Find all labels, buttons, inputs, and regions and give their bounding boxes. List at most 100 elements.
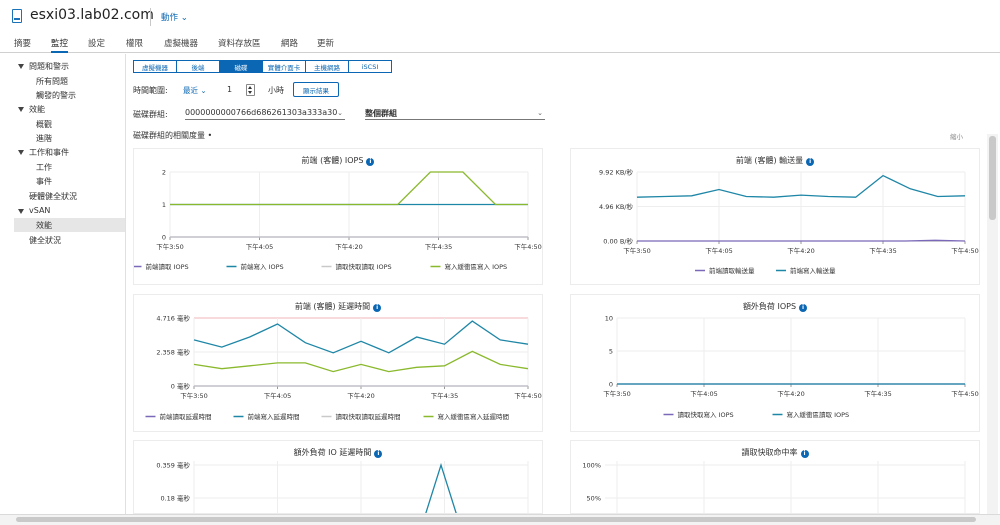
series-line-0	[425, 462, 457, 513]
category-segmented-control: 虛擬機器 後端 磁碟 實體介面卡 主機網路 iSCSI	[133, 60, 392, 73]
x-tick-label: 下午4:05	[264, 391, 292, 400]
x-tick-label: 下午4:20	[347, 391, 375, 400]
tab-datastores[interactable]: 資料存放區	[218, 37, 261, 53]
x-tick-label: 下午3:50	[603, 389, 631, 398]
legend-label: 讀取快取寫入 IOPS	[678, 410, 734, 419]
disk-group-select[interactable]: 0000000000766d686261303a333a30 ⌄	[185, 107, 345, 120]
nav-triggered-alarms[interactable]: 觸發的警示	[36, 90, 76, 101]
y-tick-label: 0.18 毫秒	[160, 494, 190, 503]
legend-label: 寫入緩衝區寫入延遲時間	[438, 412, 510, 421]
nav-vsan-performance-selected[interactable]: 效能	[14, 218, 125, 232]
x-tick-label: 下午4:35	[864, 389, 892, 398]
seg-physical-adapters[interactable]: 實體介面卡	[262, 60, 306, 73]
seg-vms[interactable]: 虛擬機器	[133, 60, 177, 73]
collapse-caret-icon[interactable]	[18, 107, 24, 112]
x-tick-label: 下午4:20	[335, 242, 363, 251]
legend-label: 前端寫入延遲時間	[248, 412, 300, 421]
horizontal-scrollbar-thumb[interactable]	[16, 517, 976, 522]
section-title: 磁碟群組的相關度量 •	[133, 131, 213, 140]
actions-menu-button[interactable]: 動作 ⌄	[161, 11, 188, 23]
vertical-scrollbar-thumb[interactable]	[989, 136, 996, 220]
x-tick-label: 下午4:05	[705, 246, 733, 255]
tab-updates[interactable]: 更新	[317, 37, 334, 53]
iops-chart: 2 1 0下午3:50 下午4:05 下午4:20 下午4:35 下午4:50 前端讀取 IO…	[134, 169, 542, 271]
y-tick-label: 2.358 毫秒	[156, 348, 190, 357]
time-range-stepper[interactable]: 1	[223, 84, 255, 96]
x-tick-label: 下午4:50	[951, 389, 979, 398]
y-tick-label: 100%	[582, 462, 601, 470]
seg-host-network[interactable]: 主機網路	[305, 60, 349, 73]
legend-label: 寫入緩衝區讀取 IOPS	[787, 410, 850, 419]
collapse-caret-icon[interactable]	[18, 209, 24, 214]
time-range-unit: 小時	[268, 86, 284, 95]
nav-advanced[interactable]: 進階	[36, 133, 52, 144]
nav-health[interactable]: 健全狀況	[29, 235, 61, 246]
seg-disks[interactable]: 磁碟	[219, 60, 263, 73]
legend-label: 前端寫入輸送量	[790, 266, 836, 275]
seg-backend[interactable]: 後端	[176, 60, 220, 73]
nav-vsan[interactable]: vSAN	[29, 206, 50, 215]
tab-permissions[interactable]: 權限	[126, 37, 143, 53]
x-tick-label: 下午4:20	[787, 246, 815, 255]
x-tick-label: 下午3:50	[623, 246, 651, 255]
x-tick-label: 下午3:50	[180, 391, 208, 400]
seg-iscsi[interactable]: iSCSI	[348, 60, 392, 73]
collapse-caret-icon[interactable]	[18, 150, 24, 155]
chart-panel-overhead-iops: 額外負荷 IOPS i 10 5 0 下午3:50 下午4:05 下午4:20 下午4:35 下…	[570, 294, 980, 432]
tab-monitor[interactable]: 監控	[51, 37, 69, 53]
collapse-link[interactable]: 縮小	[950, 131, 963, 141]
disk-group-value: 0000000000766d686261303a333a30	[185, 108, 338, 117]
throughput-chart: 9.92 KB/秒 4.96 KB/秒 0.00 B/秒下午3:50 下午4:05 下午…	[599, 168, 979, 276]
nav-hardware-health[interactable]: 硬體健全狀況	[29, 191, 77, 202]
x-tick-label: 下午4:20	[777, 389, 805, 398]
y-tick-label: 4.96 KB/秒	[599, 202, 633, 211]
x-tick-label: 下午4:35	[869, 246, 897, 255]
header-divider	[150, 8, 151, 26]
y-tick-label: 0	[609, 381, 613, 389]
disk-group-label: 磁碟群組:	[133, 110, 168, 119]
tab-summary[interactable]: 摘要	[14, 37, 31, 53]
show-results-button[interactable]: 顯示結果	[293, 82, 339, 97]
chart-panel-overhead-latency: 額外負荷 IO 延遲時間 i 0.359 毫秒 0.18 毫秒	[133, 440, 543, 514]
y-tick-label: 4.716 毫秒	[156, 314, 190, 323]
time-range-value: 1	[227, 85, 233, 94]
nav-issues-alarms[interactable]: 問題和警示	[29, 61, 69, 72]
overhead-iops-chart: 10 5 0下午3:50 下午4:05 下午4:20 下午4:35 下午4:50 讀取快取寫入…	[603, 315, 979, 420]
tab-networks[interactable]: 網路	[281, 37, 298, 53]
overhead-latency-chart: 0.359 毫秒 0.18 毫秒	[156, 461, 529, 513]
x-tick-label: 下午4:35	[425, 242, 453, 251]
legend-label: 讀取快取讀取 IOPS	[336, 262, 392, 271]
tab-configure[interactable]: 設定	[88, 37, 105, 53]
y-tick-label: 0.00 B/秒	[603, 237, 633, 246]
nav-overview[interactable]: 概觀	[36, 119, 52, 130]
disk-group-scope-value: 整個群組	[365, 109, 397, 118]
chart-panel-latency: 前端 (客體) 延遲時間 i 4.716 毫秒 2.358 毫秒 0 毫秒 下午3:50…	[133, 294, 543, 432]
nav-vsan-performance-label: 效能	[36, 221, 52, 230]
y-tick-label: 5	[609, 348, 613, 356]
nav-events[interactable]: 事件	[36, 176, 52, 187]
host-server-icon	[12, 9, 22, 23]
nav-tasks-events[interactable]: 工作和事件	[29, 147, 69, 158]
time-range-label: 時間範圍:	[133, 86, 168, 95]
x-tick-label: 下午3:50	[156, 242, 184, 251]
y-tick-label: 2	[162, 169, 166, 177]
nav-all-issues[interactable]: 所有問題	[36, 76, 68, 87]
time-range-mode-dropdown[interactable]: 最近 ⌄	[183, 85, 207, 96]
chart-panel-hit-rate: 讀取快取命中率 i 100% 50%	[570, 440, 980, 514]
y-tick-label: 50%	[587, 495, 601, 503]
tab-vms[interactable]: 虛擬機器	[164, 37, 198, 53]
y-tick-label: 10	[605, 315, 613, 323]
legend-label: 前端讀取 IOPS	[146, 262, 189, 271]
x-tick-label: 下午4:05	[246, 242, 274, 251]
stepper-arrows-icon[interactable]	[246, 84, 255, 96]
chevron-down-icon: ⌄	[537, 109, 543, 117]
collapse-caret-icon[interactable]	[18, 64, 24, 69]
nav-tasks[interactable]: 工作	[36, 162, 52, 173]
nav-performance[interactable]: 效能	[29, 104, 45, 115]
object-tabs: 摘要 監控 設定 權限 虛擬機器 資料存放區 網路 更新	[0, 34, 1000, 53]
x-tick-label: 下午4:50	[514, 242, 542, 251]
host-name: esxi03.lab02.com	[30, 7, 154, 23]
hit-rate-chart: 100% 50%	[582, 461, 966, 513]
vsan-performance-pane: 虛擬機器 後端 磁碟 實體介面卡 主機網路 iSCSI 時間範圍: 最近 ⌄ 1…	[127, 54, 987, 514]
disk-group-scope-select[interactable]: 整個群組 ⌄	[365, 107, 545, 120]
